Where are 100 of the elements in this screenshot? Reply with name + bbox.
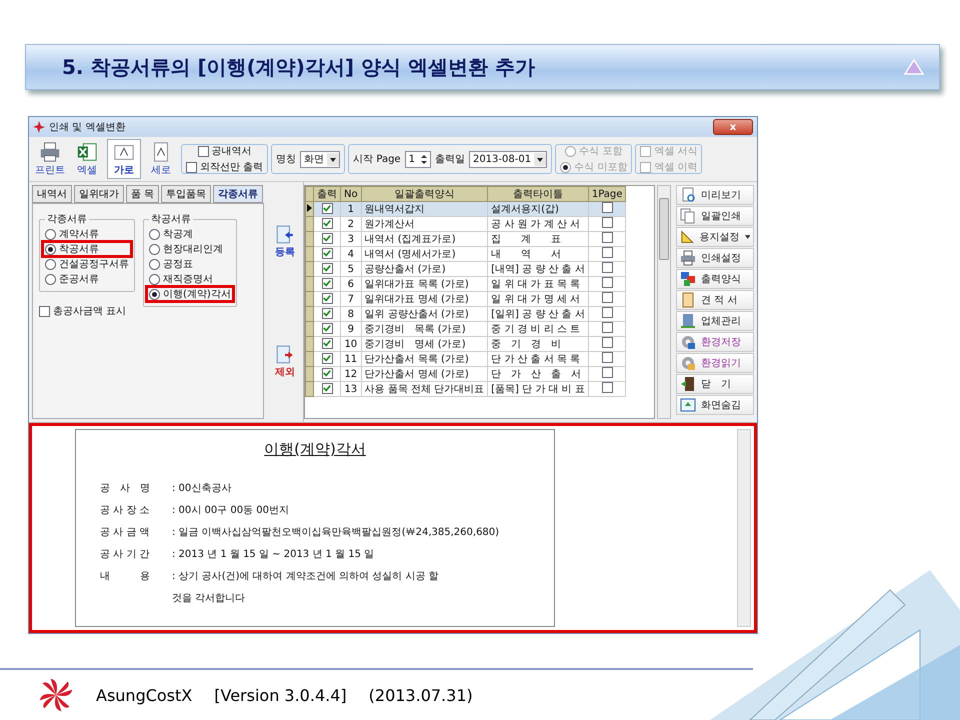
checkbox[interactable] [602, 247, 613, 258]
field-value: : 상기 공사(건)에 대하여 계약조건에 의하여 성실히 시공 할 [172, 570, 439, 583]
radio-button[interactable] [149, 274, 160, 284]
checkbox[interactable] [322, 232, 332, 244]
table-cell: 12 [340, 366, 362, 382]
checkbox[interactable] [322, 292, 332, 304]
field-value: : 일금 이백사십삼억팔천오백이십육만육백팔십원정(￦24,385,260,680) [172, 526, 500, 539]
radio-label: 공정표 [163, 258, 193, 271]
document-arrow-icon [276, 225, 294, 245]
tab[interactable]: 품 목 [126, 185, 160, 203]
table-cell: 사용 품목 전체 단가대비표 [361, 382, 488, 396]
checkbox[interactable] [39, 306, 50, 316]
checkbox[interactable] [602, 307, 613, 318]
preview-icon [680, 187, 696, 203]
table-cell: 단 가 산 출 서 [488, 366, 588, 382]
toolbar-button[interactable]: 엑셀 [70, 139, 104, 179]
spreadsheet-icon [76, 141, 98, 163]
radio-button[interactable] [45, 274, 56, 284]
checkbox[interactable] [602, 352, 613, 363]
table-cell: 단가산출서 명세 (가로) [361, 366, 488, 382]
tab[interactable]: 투입품목 [161, 185, 212, 203]
tab[interactable]: 일위대가 [74, 185, 124, 203]
side-button[interactable]: 환경저장 [676, 332, 754, 352]
checkbox[interactable] [322, 368, 332, 379]
checkbox[interactable] [322, 322, 332, 334]
toolbar-button[interactable]: 가로 [107, 139, 141, 179]
dropdown[interactable]: 화면 [300, 150, 340, 168]
checkbox-label: 엑셀 이력 [654, 161, 698, 174]
table-cell: 중 기 경 비 [488, 336, 588, 352]
gear-icon [680, 334, 696, 350]
document-title: 이행(계약)각서 [263, 440, 367, 459]
side-button[interactable]: 미리보기 [676, 185, 754, 205]
radio-button[interactable] [149, 258, 160, 270]
checkbox[interactable] [602, 262, 613, 273]
checkbox[interactable] [602, 337, 613, 348]
radio-button[interactable] [149, 228, 160, 240]
spinner[interactable]: 1 [404, 150, 431, 168]
side-button[interactable]: 용지설정 [676, 227, 754, 247]
checkbox[interactable] [602, 292, 613, 303]
checkbox[interactable] [322, 278, 332, 289]
document-arrow-icon [276, 345, 294, 365]
window-icon [680, 397, 696, 413]
checkbox[interactable] [602, 232, 613, 243]
table-cell: 2 [340, 216, 362, 232]
radio-button[interactable] [149, 244, 160, 254]
row-header[interactable] [306, 202, 314, 216]
side-button[interactable]: 화면숨김 [676, 395, 754, 415]
checkbox[interactable] [602, 382, 613, 393]
scrollbar[interactable] [657, 185, 671, 419]
checkbox[interactable] [322, 262, 332, 274]
radio-label: 수식 포함 [579, 145, 622, 158]
checkbox[interactable] [602, 367, 613, 378]
checkbox[interactable] [602, 202, 613, 213]
checkbox[interactable] [322, 218, 332, 229]
field-label: 출력일 [434, 153, 465, 166]
checkbox[interactable] [322, 308, 332, 319]
checkbox[interactable] [602, 322, 613, 333]
table-cell: 단 가 산 출 서 목 록 [488, 352, 588, 366]
checkbox[interactable] [322, 202, 332, 214]
side-button[interactable]: 출력양식 [676, 269, 754, 289]
radio-label: 착공계 [163, 228, 193, 241]
checkbox[interactable] [322, 352, 332, 364]
action-button[interactable]: 제외 [273, 343, 297, 381]
field-label: 공 사 금 액 [100, 526, 151, 539]
checkbox[interactable] [602, 217, 613, 228]
table-cell: [내역] 공 량 산 출 서 [488, 262, 588, 276]
dropdown[interactable]: 2013-08-01 [468, 150, 548, 168]
table-cell: 원가계산서 [361, 216, 488, 232]
checkbox[interactable] [322, 382, 332, 394]
radio-button[interactable] [45, 258, 56, 270]
side-button[interactable]: 견 적 서 [676, 290, 754, 310]
side-button[interactable]: 일괄인쇄 [676, 206, 754, 226]
table-cell: 일위대가표 목록 (가로) [361, 276, 488, 292]
radio-button[interactable] [149, 288, 160, 300]
table-cell: 중 기 경 비 리 스 트 [488, 322, 588, 336]
column-header: 출력타이틀 [488, 186, 588, 202]
action-button[interactable]: 등록 [273, 223, 297, 261]
side-button[interactable]: 인쇄설정 [676, 248, 754, 268]
radio-button[interactable] [45, 228, 56, 240]
side-button[interactable]: 업체관리 [676, 311, 754, 331]
toolbar-button[interactable]: 세로 [144, 139, 178, 179]
row-pointer-icon [306, 202, 313, 212]
checkbox[interactable] [602, 277, 613, 288]
toolbar-button[interactable]: 프린트 [33, 139, 67, 179]
tab[interactable]: 내역서 [32, 185, 72, 203]
radio-label: 수식 미포함 [574, 161, 628, 174]
checkbox[interactable] [322, 338, 332, 349]
field-label: 공 사 기 간 [100, 548, 151, 561]
table-cell: 공량산출서 (가로) [361, 262, 488, 276]
tab[interactable]: 각종서류 [213, 185, 264, 203]
checkbox[interactable] [198, 146, 209, 156]
side-button[interactable]: 환경읽기 [676, 353, 754, 373]
checkbox[interactable] [186, 162, 197, 172]
radio-label: 재직증명서 [163, 273, 213, 286]
door-icon [680, 376, 696, 392]
radio-button[interactable] [45, 244, 56, 254]
checkbox[interactable] [322, 248, 332, 259]
scrollbar[interactable] [737, 429, 751, 627]
side-button[interactable]: 닫 기 [676, 374, 754, 394]
field-label: 공 사 명 [100, 482, 151, 495]
